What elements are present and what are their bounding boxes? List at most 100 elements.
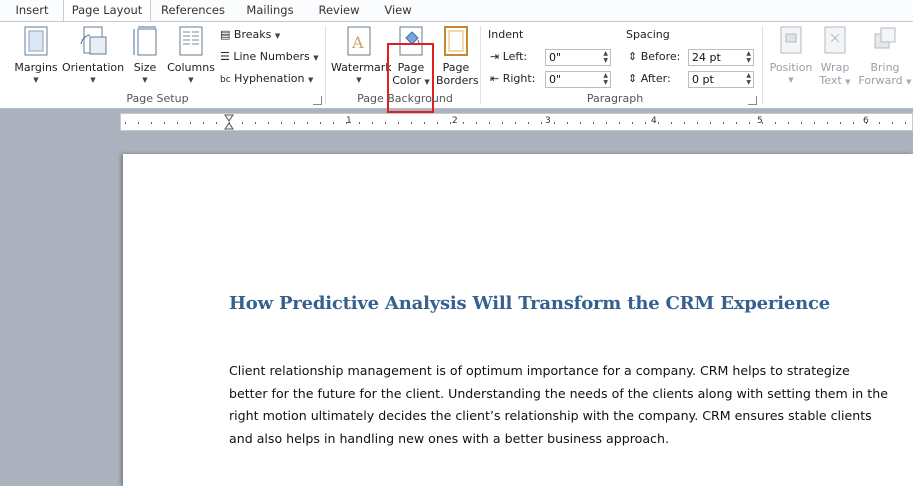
tab-references[interactable]: References xyxy=(156,0,230,22)
position-button[interactable]: Position ▼ xyxy=(768,26,814,87)
spacing-after-input[interactable]: 0 pt ▲ ▼ xyxy=(688,71,754,88)
chevron-down-icon: ▼ xyxy=(274,32,281,40)
spacing-before-label: Before: xyxy=(640,50,681,63)
watermark-button[interactable]: A Watermark ▼ xyxy=(331,26,392,87)
ruler-tick xyxy=(567,122,568,124)
bring-forward-label: Bring xyxy=(870,61,900,74)
ruler-tick xyxy=(827,122,828,124)
position-icon xyxy=(768,26,814,59)
wrap-text-label: Wrap xyxy=(820,61,850,74)
bring-forward-button[interactable]: Bring Forward ▼ xyxy=(857,26,913,89)
page-setup-group-label: Page Setup xyxy=(126,92,189,105)
ruler-tick xyxy=(658,122,659,124)
spacing-after-row: ⇕ After: xyxy=(628,70,671,88)
svg-text:A: A xyxy=(351,33,364,52)
indent-left-row: ⇥ Left: xyxy=(490,48,527,66)
ruler-tick xyxy=(307,122,308,124)
ruler-tick xyxy=(411,122,412,124)
ruler-tick xyxy=(281,122,282,124)
bring-forward-label-2: Forward xyxy=(858,74,903,87)
chevron-down-icon: ▼ xyxy=(906,78,912,86)
line-numbers-label: Line Numbers xyxy=(233,50,310,63)
ruler-tick xyxy=(580,122,581,124)
ruler-tick xyxy=(489,122,490,124)
chevron-down-icon: ▼ xyxy=(142,76,148,84)
ribbon: Margins ▼ Orientation ▼ Size ▼ Columns ▼… xyxy=(0,21,913,113)
wrap-text-button[interactable]: Wrap Text ▼ xyxy=(817,26,853,89)
tab-insert[interactable]: Insert xyxy=(8,0,56,22)
ruler-tick xyxy=(463,122,464,124)
ruler-tick xyxy=(177,122,178,124)
ruler-number: 1 xyxy=(346,116,352,126)
ruler-number: 5 xyxy=(757,116,763,126)
chevron-down-icon: ▼ xyxy=(313,54,319,62)
ruler-number: 3 xyxy=(545,116,551,126)
columns-button[interactable]: Columns ▼ xyxy=(167,26,215,87)
ruler-tick xyxy=(840,122,841,124)
chevron-down-icon: ▼ xyxy=(90,76,96,84)
orientation-label: Orientation xyxy=(62,61,125,74)
spinner-icon[interactable]: ▲ ▼ xyxy=(746,50,751,64)
chevron-down-icon: ▼ xyxy=(845,78,851,86)
ruler-tick xyxy=(476,122,477,124)
indent-left-value: 0" xyxy=(549,51,562,64)
size-button[interactable]: Size ▼ xyxy=(130,26,160,87)
document-heading: How Predictive Analysis Will Transform t… xyxy=(229,293,830,314)
indent-left-input[interactable]: 0" ▲ ▼ xyxy=(545,49,611,66)
indent-right-value: 0" xyxy=(549,73,562,86)
ruler-tick xyxy=(320,122,321,124)
orientation-button[interactable]: Orientation ▼ xyxy=(62,26,124,87)
indent-marker-icon[interactable] xyxy=(224,114,234,131)
ruler-tick xyxy=(853,122,854,124)
page-background-group-label: Page Background xyxy=(357,92,453,105)
ruler-tick xyxy=(125,122,126,124)
ruler-tick xyxy=(606,122,607,124)
ruler-tick xyxy=(164,122,165,124)
ruler-tick xyxy=(190,122,191,124)
page-borders-button[interactable]: Page Borders xyxy=(436,26,479,87)
ruler-number: 6 xyxy=(863,116,869,126)
indent-left-icon: ⇥ xyxy=(490,50,500,63)
tab-view[interactable]: View xyxy=(374,0,422,22)
page-setup-launcher-icon[interactable] xyxy=(313,96,322,105)
bring-forward-icon xyxy=(857,26,913,59)
ruler-tick xyxy=(385,122,386,124)
spinner-icon[interactable]: ▲ ▼ xyxy=(603,50,608,64)
paragraph-line: Client relationship management is of opt… xyxy=(229,363,850,378)
ruler-tick xyxy=(632,122,633,124)
ribbon-tab-bar: Insert Page Layout References Mailings R… xyxy=(0,0,913,22)
ruler-tick xyxy=(788,122,789,124)
breaks-label: Breaks xyxy=(233,28,272,41)
watermark-icon: A xyxy=(331,26,387,59)
paragraph-launcher-icon[interactable] xyxy=(748,96,757,105)
indent-right-input[interactable]: 0" ▲ ▼ xyxy=(545,71,611,88)
ruler-tick xyxy=(398,122,399,124)
spinner-icon[interactable]: ▲ ▼ xyxy=(603,72,608,86)
position-label: Position xyxy=(769,61,813,74)
spacing-after-label: After: xyxy=(640,72,671,85)
ruler-tick xyxy=(619,122,620,124)
indent-right-icon: ⇤ xyxy=(490,72,500,85)
line-numbers-button[interactable]: ☰ Line Numbers ▼ xyxy=(220,48,319,66)
document-page[interactable]: How Predictive Analysis Will Transform t… xyxy=(123,154,913,486)
spacing-before-value: 24 pt xyxy=(692,51,721,64)
tab-page-layout[interactable]: Page Layout xyxy=(63,0,151,22)
horizontal-ruler[interactable]: 1 2 3 4 5 6 xyxy=(120,113,913,131)
spacing-before-input[interactable]: 24 pt ▲ ▼ xyxy=(688,49,754,66)
tab-review[interactable]: Review xyxy=(310,0,368,22)
hyphenation-button[interactable]: bc Hyphenation ▼ xyxy=(220,70,313,88)
ruler-tick xyxy=(775,122,776,124)
spinner-icon[interactable]: ▲ ▼ xyxy=(746,72,751,86)
paragraph-line: and also helps in handling new ones with… xyxy=(229,430,669,446)
ruler-tick xyxy=(697,122,698,124)
spacing-after-value: 0 pt xyxy=(692,73,714,86)
indent-heading: Indent xyxy=(488,28,524,41)
tab-mailings[interactable]: Mailings xyxy=(236,0,304,22)
line-numbers-icon: ☰ xyxy=(220,50,230,63)
ruler-tick xyxy=(528,122,529,124)
margins-button[interactable]: Margins ▼ xyxy=(13,26,59,87)
spacing-before-row: ⇕ Before: xyxy=(628,48,680,66)
ruler-tick xyxy=(437,122,438,124)
chevron-down-icon: ▼ xyxy=(356,76,362,84)
breaks-button[interactable]: ▤ Breaks ▼ xyxy=(220,26,280,44)
